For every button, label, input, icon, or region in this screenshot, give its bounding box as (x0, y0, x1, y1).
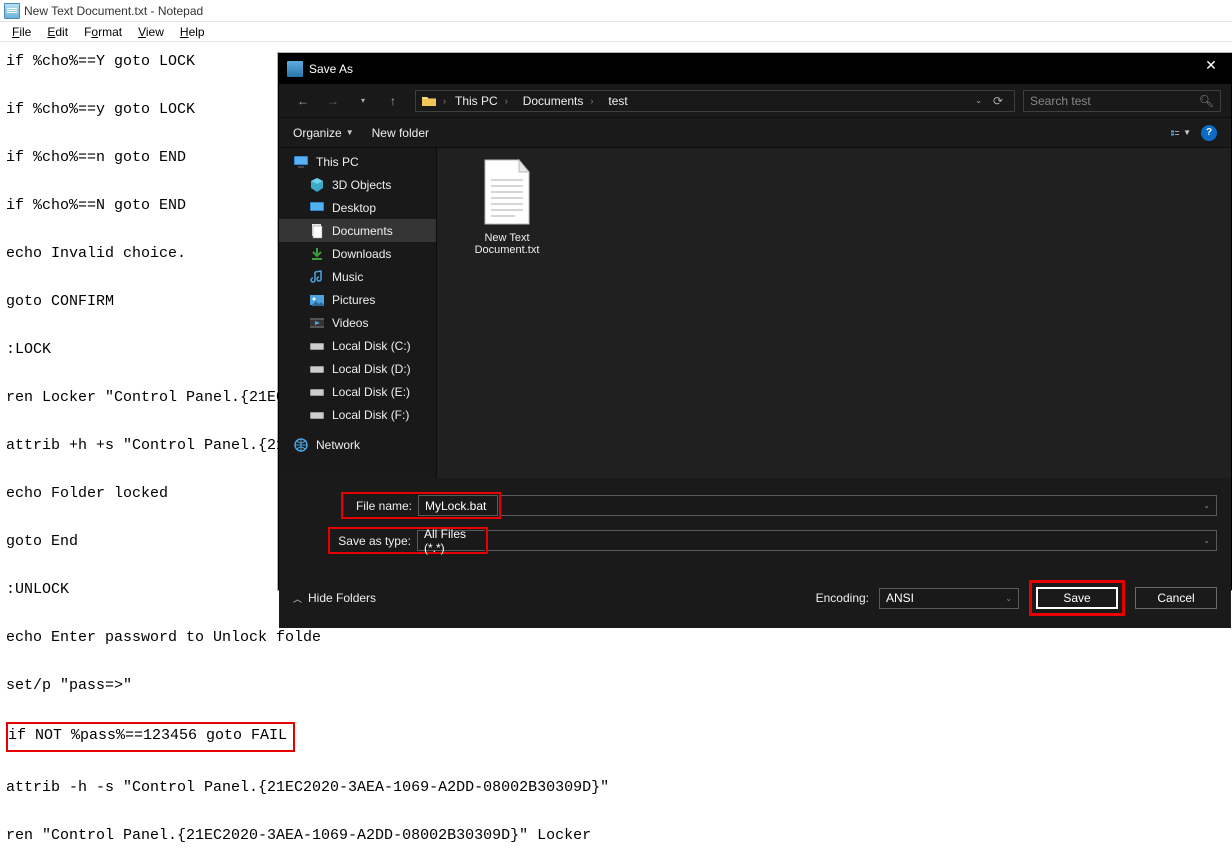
search-placeholder: Search test (1030, 94, 1091, 108)
text-file-icon (479, 158, 535, 228)
pictures-icon (309, 292, 325, 308)
help-icon[interactable]: ? (1201, 125, 1217, 141)
save-button-highlight: Save (1029, 580, 1125, 616)
network-icon (293, 437, 309, 453)
desktop-icon (309, 200, 325, 216)
save-button[interactable]: Save (1036, 587, 1118, 609)
sidebar-network[interactable]: Network (279, 433, 436, 456)
saveastype-select[interactable]: All Files (*.*) (417, 530, 485, 551)
sidebar-videos[interactable]: Videos (279, 311, 436, 334)
nav-bar: ← → ▾ ↑ › This PC› Documents› test ⌄ ⟳ S… (279, 84, 1231, 118)
videos-icon (309, 315, 325, 331)
saveastype-label: Save as type: (331, 534, 417, 548)
sidebar-3d-objects[interactable]: 3D Objects (279, 173, 436, 196)
saveastype-highlight: Save as type: All Files (*.*) (328, 527, 488, 554)
organize-button[interactable]: Organize▼ (293, 126, 354, 140)
view-mode-button[interactable]: ▼ (1171, 125, 1191, 141)
notepad-titlebar: New Text Document.txt - Notepad (0, 0, 1232, 22)
save-as-dialog: Save As ✕ ← → ▾ ↑ › This PC› Documents› … (278, 53, 1232, 590)
code-before: if %cho%==Y goto LOCK if %cho%==y goto L… (6, 53, 321, 694)
new-folder-button[interactable]: New folder (372, 126, 429, 140)
drive new-disk-icon (309, 338, 325, 354)
sidebar-documents[interactable]: Documents (279, 219, 436, 242)
filename-input[interactable]: MyLock.bat (418, 495, 498, 516)
form-area: File name: MyLock.bat ⌄ Save as type: Al… (279, 478, 1231, 572)
disk-icon (309, 361, 325, 377)
content-area: This PC 3D Objects Desktop Documents Dow… (279, 148, 1231, 478)
breadcrumb-dropdown[interactable]: ⌄ (975, 96, 982, 105)
hide-folders-button[interactable]: ︿ Hide Folders (293, 591, 376, 605)
back-button[interactable]: ← (289, 89, 317, 113)
saveastype-select-tail[interactable]: ⌄ (488, 530, 1217, 551)
breadcrumb[interactable]: › This PC› Documents› test ⌄ ⟳ (415, 90, 1015, 112)
toolbar: Organize▼ New folder ▼ ? (279, 118, 1231, 148)
recent-dropdown[interactable]: ▾ (349, 89, 377, 113)
file-pane[interactable]: New Text Document.txt (437, 148, 1231, 478)
encoding-label: Encoding: (816, 591, 869, 605)
encoding-select[interactable]: ANSI⌄ (879, 588, 1019, 609)
sidebar-disk-d[interactable]: Local Disk (D:) (279, 357, 436, 380)
code-after: attrib -h -s "Control Panel.{21EC2020-3A… (6, 779, 609, 844)
breadcrumb-root-chevron[interactable]: › (440, 96, 449, 106)
sidebar-label-thispc: This PC (316, 155, 359, 169)
menu-file[interactable]: File (4, 23, 39, 41)
breadcrumb-thispc[interactable]: This PC› (449, 94, 517, 108)
sidebar-disk-e[interactable]: Local Disk (E:) (279, 380, 436, 403)
breadcrumb-test[interactable]: test (602, 94, 633, 108)
file-item-txt[interactable]: New Text Document.txt (457, 158, 557, 256)
sidebar-music[interactable]: Music (279, 265, 436, 288)
pc-icon (293, 154, 309, 170)
cancel-button[interactable]: Cancel (1135, 587, 1217, 609)
dialog-title: Save As (309, 62, 1191, 76)
refresh-button[interactable]: ⟳ (988, 94, 1008, 108)
close-button[interactable]: ✕ (1191, 50, 1231, 80)
menu-help[interactable]: Help (172, 23, 213, 41)
sidebar-disk-f[interactable]: Local Disk (F:) (279, 403, 436, 426)
sidebar: This PC 3D Objects Desktop Documents Dow… (279, 148, 437, 478)
menu-view[interactable]: View (130, 23, 172, 41)
sidebar-downloads[interactable]: Downloads (279, 242, 436, 265)
forward-button[interactable]: → (319, 89, 347, 113)
up-button[interactable]: ↑ (379, 89, 407, 113)
filename-input-tail[interactable]: ⌄ (501, 495, 1217, 516)
sidebar-pictures[interactable]: Pictures (279, 288, 436, 311)
filename-label: File name: (344, 499, 418, 513)
search-icon: 🔍︎ (1199, 94, 1214, 108)
cube-icon (309, 177, 325, 193)
folder-icon (421, 94, 437, 108)
notepad-title: New Text Document.txt - Notepad (24, 4, 203, 18)
search-input[interactable]: Search test 🔍︎ (1023, 90, 1221, 112)
save-dialog-icon (287, 61, 303, 77)
file-item-label: New Text Document.txt (457, 232, 557, 256)
highlighted-password-line: if NOT %pass%==123456 goto FAIL (6, 722, 295, 752)
caret-up-icon: ︿ (293, 592, 302, 605)
bottom-row: ︿ Hide Folders Encoding: ANSI⌄ Save Canc… (279, 572, 1231, 628)
breadcrumb-documents[interactable]: Documents› (517, 94, 603, 108)
filename-highlight: File name: MyLock.bat (341, 492, 501, 519)
sidebar-disk-c[interactable]: Local Disk (C:) (279, 334, 436, 357)
documents-icon (309, 223, 325, 239)
disk-icon (309, 407, 325, 423)
menu-edit[interactable]: Edit (39, 23, 76, 41)
sidebar-this-pc[interactable]: This PC (279, 150, 436, 173)
disk-icon (309, 384, 325, 400)
music-icon (309, 269, 325, 285)
notepad-menubar: File Edit Format View Help (0, 22, 1232, 42)
notepad-icon (4, 3, 20, 19)
dialog-titlebar[interactable]: Save As ✕ (279, 54, 1231, 84)
download-icon (309, 246, 325, 262)
sidebar-desktop[interactable]: Desktop (279, 196, 436, 219)
menu-format[interactable]: Format (76, 23, 130, 41)
